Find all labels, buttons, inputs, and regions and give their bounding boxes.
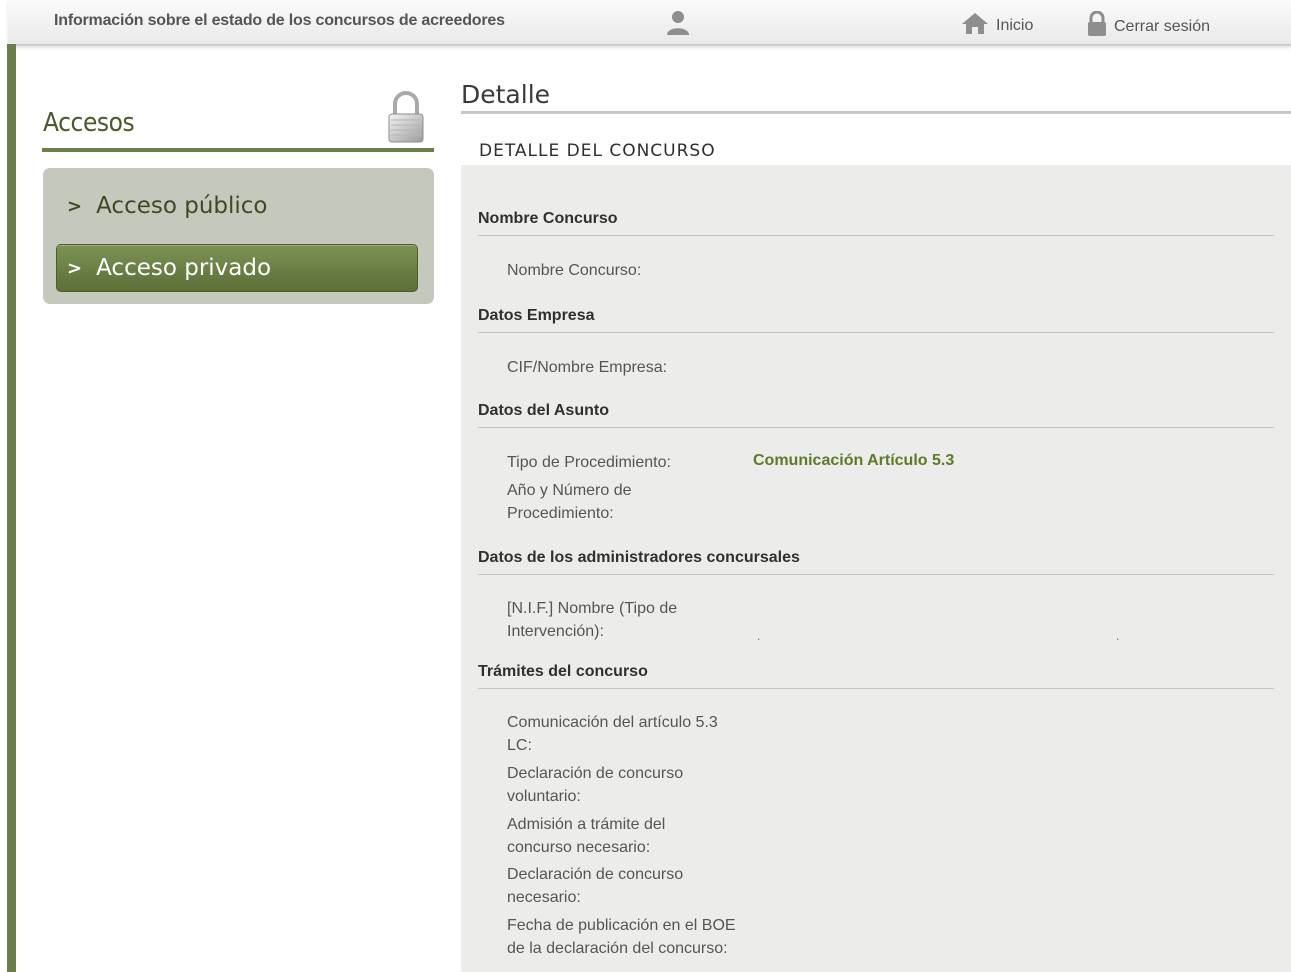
group-header-tramites: Trámites del concurso xyxy=(478,663,1274,689)
user-icon[interactable] xyxy=(664,8,692,36)
logout-label: Cerrar sesión xyxy=(1114,17,1211,35)
lock-icon xyxy=(1086,10,1108,42)
sidebar-title: Accesos xyxy=(43,108,135,138)
padlock-icon xyxy=(387,89,425,145)
chevron-right-icon: > xyxy=(67,195,83,217)
field-label: CIF/Nombre Empresa: xyxy=(507,359,668,376)
field-label: [N.I.F.] Nombre (Tipo de Intervención): xyxy=(507,600,678,640)
field-label: Declaración de concurso voluntario: xyxy=(507,765,684,805)
access-menu: > Acceso público > Acceso privado xyxy=(43,168,434,304)
field-label: Comunicación del artículo 5.3 LC: xyxy=(507,714,718,754)
menu-item-private-access[interactable]: > Acceso privado xyxy=(56,244,418,292)
menu-item-public-access[interactable]: > Acceso público xyxy=(57,184,417,228)
empty-value-marker: . xyxy=(757,629,761,643)
field-label: Admisión a trámite del concurso necesari… xyxy=(507,816,666,856)
field-label: Año y Número de Procedimiento: xyxy=(507,482,632,522)
field-label: Fecha de publicación en el BOE de la dec… xyxy=(507,917,736,957)
group-header-administradores: Datos de los administradores concursales xyxy=(478,549,1274,575)
title-divider xyxy=(461,111,1291,114)
group-header-nombre-concurso: Nombre Concurso xyxy=(478,210,1274,236)
field-label: Nombre Concurso: xyxy=(507,262,642,279)
menu-item-label: Acceso privado xyxy=(96,255,272,281)
menu-item-label: Acceso público xyxy=(96,193,268,219)
empty-value-marker: . xyxy=(1116,629,1120,643)
site-title: Información sobre el estado de los concu… xyxy=(54,12,505,29)
home-link[interactable]: Inicio xyxy=(960,11,1033,40)
sidebar-divider xyxy=(42,148,434,152)
home-icon xyxy=(960,11,990,40)
group-header-datos-empresa: Datos Empresa xyxy=(478,307,1274,333)
home-label: Inicio xyxy=(996,16,1034,34)
logout-link[interactable]: Cerrar sesión xyxy=(1086,10,1211,42)
field-label: Tipo de Procedimiento: xyxy=(507,454,671,471)
left-rail xyxy=(7,44,16,972)
page-title: Detalle xyxy=(461,80,551,109)
field-label: Declaración de concurso necesario: xyxy=(507,866,684,906)
field-value: Comunicación Artículo 5.3 xyxy=(753,452,955,469)
group-header-datos-asunto: Datos del Asunto xyxy=(478,402,1274,428)
detail-panel: Nombre Concurso Nombre Concurso: Datos E… xyxy=(461,165,1291,972)
section-title: DETALLE DEL CONCURSO xyxy=(479,141,716,161)
top-bar: Información sobre el estado de los concu… xyxy=(8,0,1291,46)
chevron-right-icon: > xyxy=(67,257,83,279)
